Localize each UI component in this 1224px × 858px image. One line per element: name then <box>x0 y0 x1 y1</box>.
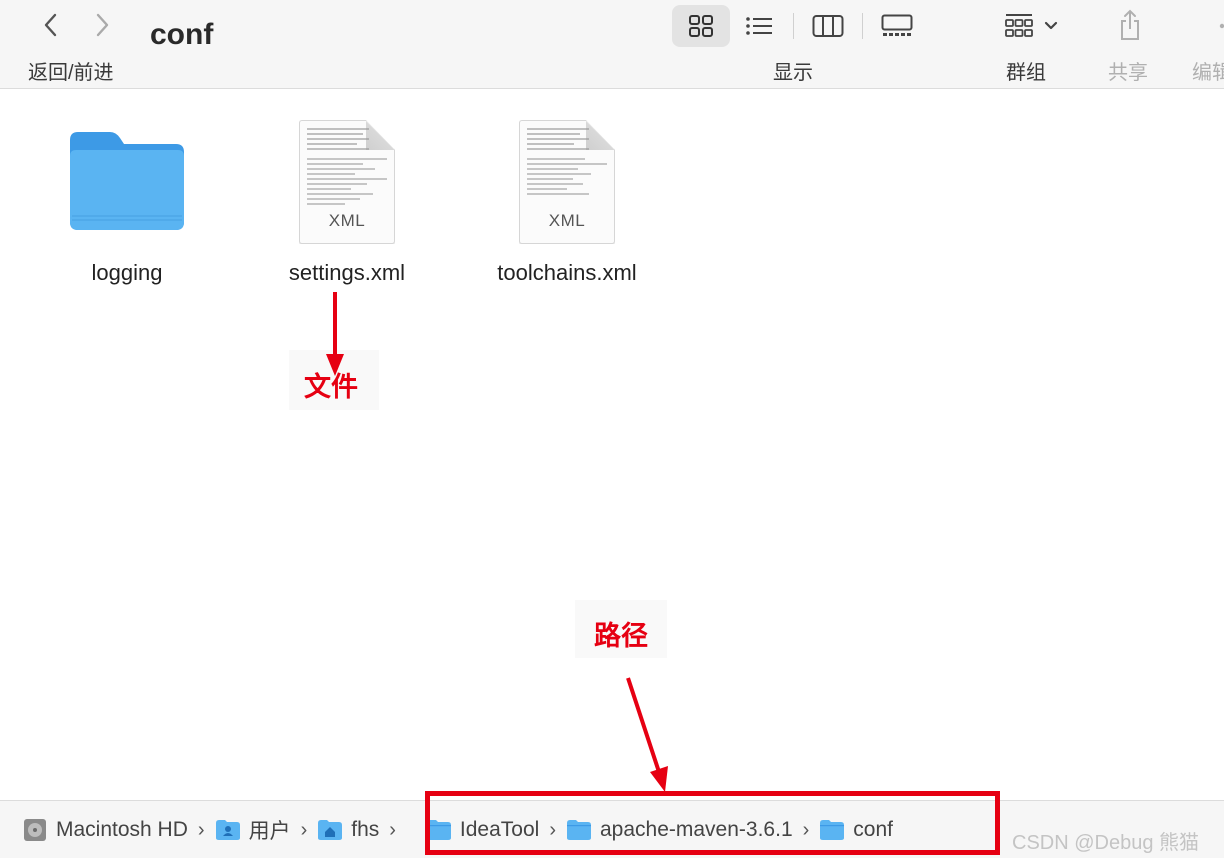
breadcrumb-separator: › <box>549 818 556 841</box>
view-label: 显示 <box>773 62 813 84</box>
arrow-to-path <box>626 677 668 792</box>
file-item-folder[interactable]: logging <box>27 112 227 302</box>
view-mode-group <box>672 4 926 48</box>
breadcrumb-item-users[interactable]: 用户 <box>215 815 291 845</box>
folder-icon <box>66 130 188 239</box>
edit-label: 编辑 <box>1192 62 1224 84</box>
group-grid-icon <box>1005 14 1033 37</box>
grid-icon <box>689 15 713 37</box>
gallery-icon <box>881 14 913 36</box>
breadcrumb-item-ideatool[interactable]: IdeaTool <box>426 818 539 842</box>
breadcrumb-item-conf[interactable]: conf <box>819 818 893 842</box>
breadcrumb-label: apache-maven-3.6.1 <box>600 818 793 841</box>
chevron-right-icon <box>96 13 109 37</box>
file-item-xml[interactable]: XML toolchains.xml <box>467 112 667 302</box>
folder-icon <box>820 820 845 840</box>
breadcrumb-separator: › <box>802 818 810 841</box>
xml-document-icon: XML <box>519 120 615 244</box>
file-name: toolchains.xml <box>497 260 637 285</box>
annotation-file-label: 文件 <box>304 372 358 403</box>
file-item-xml[interactable]: XML settings.xml <box>247 112 447 302</box>
window-title: conf <box>150 18 214 51</box>
hard-drive-icon <box>24 819 46 841</box>
file-name: settings.xml <box>288 260 406 285</box>
tag-icon <box>1219 23 1224 29</box>
file-name: logging <box>91 260 163 285</box>
breadcrumb: Macintosh HD › 用户 › fhs › IdeaTool › apa… <box>22 801 893 858</box>
breadcrumb-label: fhs <box>351 818 380 841</box>
group-label: 群组 <box>1006 62 1046 84</box>
breadcrumb-label: IdeaTool <box>459 818 540 841</box>
column-view-button[interactable] <box>799 5 857 47</box>
folder-icon <box>567 820 591 840</box>
chevron-left-icon <box>44 13 57 37</box>
file-extension-label: XML <box>328 211 366 230</box>
breadcrumb-label: conf <box>853 818 893 841</box>
forward-button[interactable] <box>84 8 120 42</box>
breadcrumb-separator: › <box>389 818 396 841</box>
watermark: CSDN @Debug 熊猫 <box>1012 832 1200 854</box>
folder-icon <box>426 820 451 840</box>
view-separator <box>793 13 794 39</box>
view-separator <box>862 13 863 39</box>
icon-view-button[interactable] <box>672 5 730 47</box>
annotation-path-label: 路径 <box>594 621 648 652</box>
toolbar: 返回/前进 conf 显示 群组 共享 编辑 <box>0 0 1224 89</box>
breadcrumb-label: Macintosh HD <box>56 818 188 841</box>
breadcrumb-label: 用户 <box>248 820 291 843</box>
group-button[interactable] <box>996 8 1066 44</box>
share-icon <box>1121 9 1139 40</box>
chevron-down-icon <box>1044 21 1058 30</box>
list-icon <box>746 17 772 35</box>
edit-tags-button[interactable] <box>1212 6 1224 44</box>
breadcrumb-item-macintosh-hd[interactable]: Macintosh HD <box>22 817 188 843</box>
users-folder-icon <box>215 820 240 840</box>
nav-label: 返回/前进 <box>28 62 114 84</box>
share-button[interactable] <box>1114 6 1146 44</box>
back-button[interactable] <box>33 8 69 42</box>
list-view-button[interactable] <box>730 5 788 47</box>
breadcrumb-separator: › <box>300 818 308 841</box>
breadcrumb-separator: › <box>197 818 205 841</box>
xml-document-icon: XML <box>299 120 395 244</box>
breadcrumb-item-apache-maven[interactable]: apache-maven-3.6.1 <box>566 818 793 842</box>
columns-icon <box>812 15 844 37</box>
share-label: 共享 <box>1108 62 1148 84</box>
file-extension-label: XML <box>548 211 586 230</box>
home-folder-icon <box>318 820 343 840</box>
breadcrumb-item-fhs[interactable]: fhs <box>317 818 379 842</box>
gallery-view-button[interactable] <box>868 5 926 47</box>
